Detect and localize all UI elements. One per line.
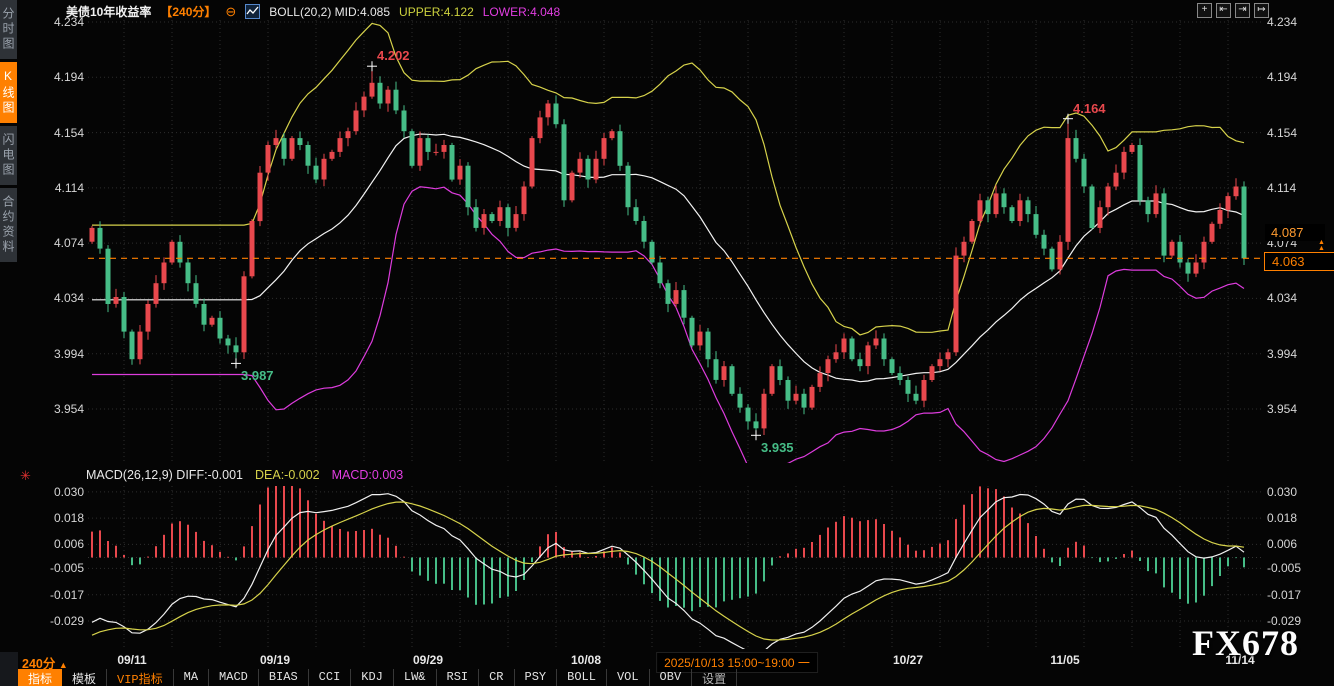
- toolbar-item-CR[interactable]: CR: [479, 669, 514, 686]
- boll-lower-line: [92, 187, 1244, 481]
- shift-right-icon[interactable]: ⇥: [1235, 3, 1250, 18]
- chart-canvas[interactable]: [0, 0, 1334, 686]
- macd-value-label: MACD:0.003: [332, 468, 404, 482]
- price-up-marker-icon: ▲ ▲: [1318, 240, 1325, 252]
- boll-upper-label: UPPER:4.122: [399, 5, 474, 19]
- interval-badge: 【240分】: [160, 3, 216, 20]
- boll-mid-last-tag: 4.087: [1265, 224, 1325, 241]
- macd-header: MACD(26,12,9) DIFF:-0.001 DEA:-0.002 MAC…: [86, 468, 403, 482]
- toolbar-item-MA[interactable]: MA: [174, 669, 209, 686]
- indicator-settings-icon[interactable]: ✳: [20, 468, 31, 484]
- pan-icon[interactable]: +: [1197, 3, 1212, 18]
- extreme-marker-icon: [751, 430, 761, 440]
- shift-left-icon[interactable]: ⇤: [1216, 3, 1231, 18]
- toolbar-item-VOL[interactable]: VOL: [607, 669, 650, 686]
- boll-bands: [92, 23, 1244, 480]
- toolbar-item-OBV[interactable]: OBV: [650, 669, 693, 686]
- watermark: FX678: [1192, 622, 1299, 664]
- price-extreme-annotation: 3.987: [241, 368, 274, 383]
- price-extreme-annotation: 3.935: [761, 440, 794, 455]
- page-title: 美债10年收益率: [66, 3, 151, 20]
- macd-dea-label: DEA:-0.002: [255, 468, 320, 482]
- sidebar-tab-闪电图[interactable]: 闪电图: [0, 126, 17, 185]
- toolbar-item-CCI[interactable]: CCI: [309, 669, 352, 686]
- extreme-marker-icon: [231, 358, 241, 368]
- sidebar-tab-分时图[interactable]: 分时图: [0, 0, 17, 59]
- chart-header: 美债10年收益率 【240分】 ⊖ BOLL(20,2) MID:4.085 U…: [66, 3, 560, 20]
- toolbar-item-MACD[interactable]: MACD: [209, 669, 259, 686]
- toolbar-item-指标[interactable]: 指标: [18, 669, 62, 686]
- jump-end-icon[interactable]: ↦: [1254, 3, 1269, 18]
- minus-circle-icon[interactable]: ⊖: [225, 5, 236, 18]
- toolbar-item-模板[interactable]: 模板: [62, 669, 107, 686]
- boll-mid-label: BOLL(20,2) MID:4.085: [269, 5, 390, 19]
- sidebar-tab-合约资料[interactable]: 合约资料: [0, 188, 17, 262]
- chart-window: 分时图 K线图闪电图合约资料 美债10年收益率 【240分】 ⊖ BOLL(20,…: [0, 0, 1334, 686]
- extreme-marker-icon: [1063, 114, 1073, 124]
- toolbar-item-BOLL[interactable]: BOLL: [557, 669, 607, 686]
- price-extreme-annotation: 4.202: [377, 48, 410, 63]
- sidebar-tab-K线图[interactable]: K线图: [0, 62, 17, 123]
- chart-type-icon[interactable]: [245, 4, 260, 19]
- toolbar-item-LW&[interactable]: LW&: [394, 669, 437, 686]
- indicator-toolbar: 指标模板VIP指标MAMACDBIASCCIKDJLW&RSICRPSYBOLL…: [18, 669, 737, 686]
- sidebar: 分时图 K线图闪电图合约资料: [0, 0, 17, 262]
- macd-diff-label: MACD(26,12,9) DIFF:-0.001: [86, 468, 243, 482]
- current-price-tag: 4.063: [1264, 252, 1334, 271]
- boll-lower-label: LOWER:4.048: [483, 5, 560, 19]
- toolbar-item-RSI[interactable]: RSI: [437, 669, 480, 686]
- chart-tool-icons: + ⇤ ⇥ ↦: [1197, 3, 1269, 18]
- extreme-marker-icon: [367, 61, 377, 71]
- toolbar-item-BIAS[interactable]: BIAS: [259, 669, 309, 686]
- toolbar-item-VIP指标[interactable]: VIP指标: [107, 669, 174, 686]
- toolbar-item-PSY[interactable]: PSY: [515, 669, 558, 686]
- price-extreme-annotation: 4.164: [1073, 101, 1106, 116]
- toolbar-item-KDJ[interactable]: KDJ: [351, 669, 394, 686]
- toolbar-item-设置[interactable]: 设置: [692, 669, 737, 686]
